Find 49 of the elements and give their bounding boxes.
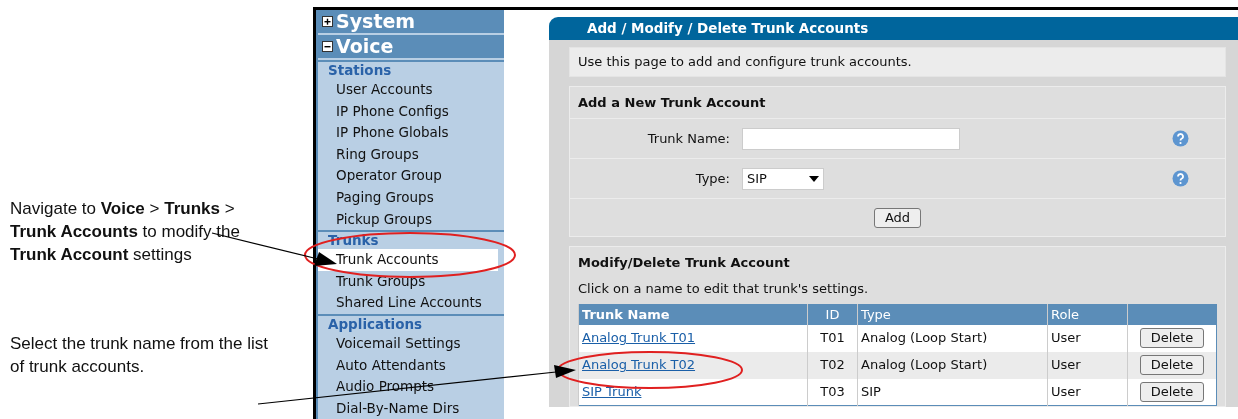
collapse-icon[interactable]	[322, 41, 333, 52]
trunk-name-link[interactable]: SIP Trunk	[582, 384, 642, 399]
sidebar-item[interactable]: Paging Groups	[318, 186, 504, 209]
field-label: Trunk Name:	[646, 129, 731, 148]
callout-text: Select the trunk name from the list of trunk accounts.	[10, 333, 268, 378]
sidebar-item[interactable]: Operator Group	[318, 165, 504, 187]
section-title: Add a New Trunk Account	[577, 93, 767, 112]
hint-text: Click on a name to edit that trunk's settings.	[577, 279, 870, 298]
table-cell: T03	[807, 378, 858, 406]
table-cell: T01	[807, 324, 858, 352]
field-label: Type:	[694, 169, 731, 188]
section-label: Applications	[327, 315, 424, 333]
type-dropdown[interactable]: SIP	[742, 167, 824, 190]
delete-button[interactable]: Delete	[1139, 381, 1205, 402]
add-button[interactable]: Add	[873, 207, 922, 228]
table-cell: T02	[807, 351, 858, 379]
page-title-bar: Add / Modify / Delete Trunk Accounts	[549, 17, 1238, 40]
intro-text: Use this page to add and configure trunk accounts.	[569, 47, 1226, 77]
table-cell: User	[1047, 324, 1128, 352]
column-header: ID	[807, 304, 858, 325]
column-header: Trunk Name	[578, 304, 808, 325]
caret-icon[interactable]	[809, 175, 819, 182]
sidebar-item[interactable]: Shared Line Accounts	[318, 292, 504, 314]
section-label: Stations	[327, 62, 393, 79]
sidebar-item[interactable]: Trunk Accounts	[318, 249, 498, 271]
table-cell: Analog (Loop Start)	[857, 324, 1048, 352]
table-cell: User	[1047, 351, 1128, 379]
column-header: Type	[857, 304, 1048, 325]
table-cell: User	[1047, 378, 1128, 406]
sidebar-item[interactable]: User Accounts	[318, 79, 504, 101]
help-icon[interactable]	[1172, 130, 1189, 147]
sidebar-item[interactable]: Ring Groups	[318, 143, 504, 166]
help-icon[interactable]	[1172, 170, 1189, 187]
sidebar-item[interactable]: Auto Attendants	[318, 354, 504, 377]
section-title: Modify/Delete Trunk Account	[577, 254, 791, 272]
sidebar-item[interactable]: Trunk Groups	[318, 270, 504, 293]
sidebar-item[interactable]: Voicemail Settings	[318, 332, 504, 355]
text-field[interactable]	[742, 127, 960, 150]
callout-text: Navigate to Voice > Trunks > Trunk Accounts to modify the Trunk Account settings	[10, 198, 241, 266]
table-cell: Analog (Loop Start)	[857, 351, 1048, 379]
sidebar-item[interactable]: Pickup Groups	[318, 208, 504, 231]
sidebar-item[interactable]: IP Phone Globals	[318, 122, 504, 144]
column-header: Role	[1047, 304, 1128, 325]
expand-icon[interactable]	[322, 16, 333, 27]
sidebar-item[interactable]: IP Phone Configs	[318, 100, 504, 123]
table-cell: SIP	[857, 378, 1048, 406]
delete-button[interactable]: Delete	[1139, 328, 1205, 348]
sidebar-item[interactable]: Dial-By-Name Dirs	[318, 397, 504, 419]
delete-button[interactable]: Delete	[1139, 355, 1205, 375]
